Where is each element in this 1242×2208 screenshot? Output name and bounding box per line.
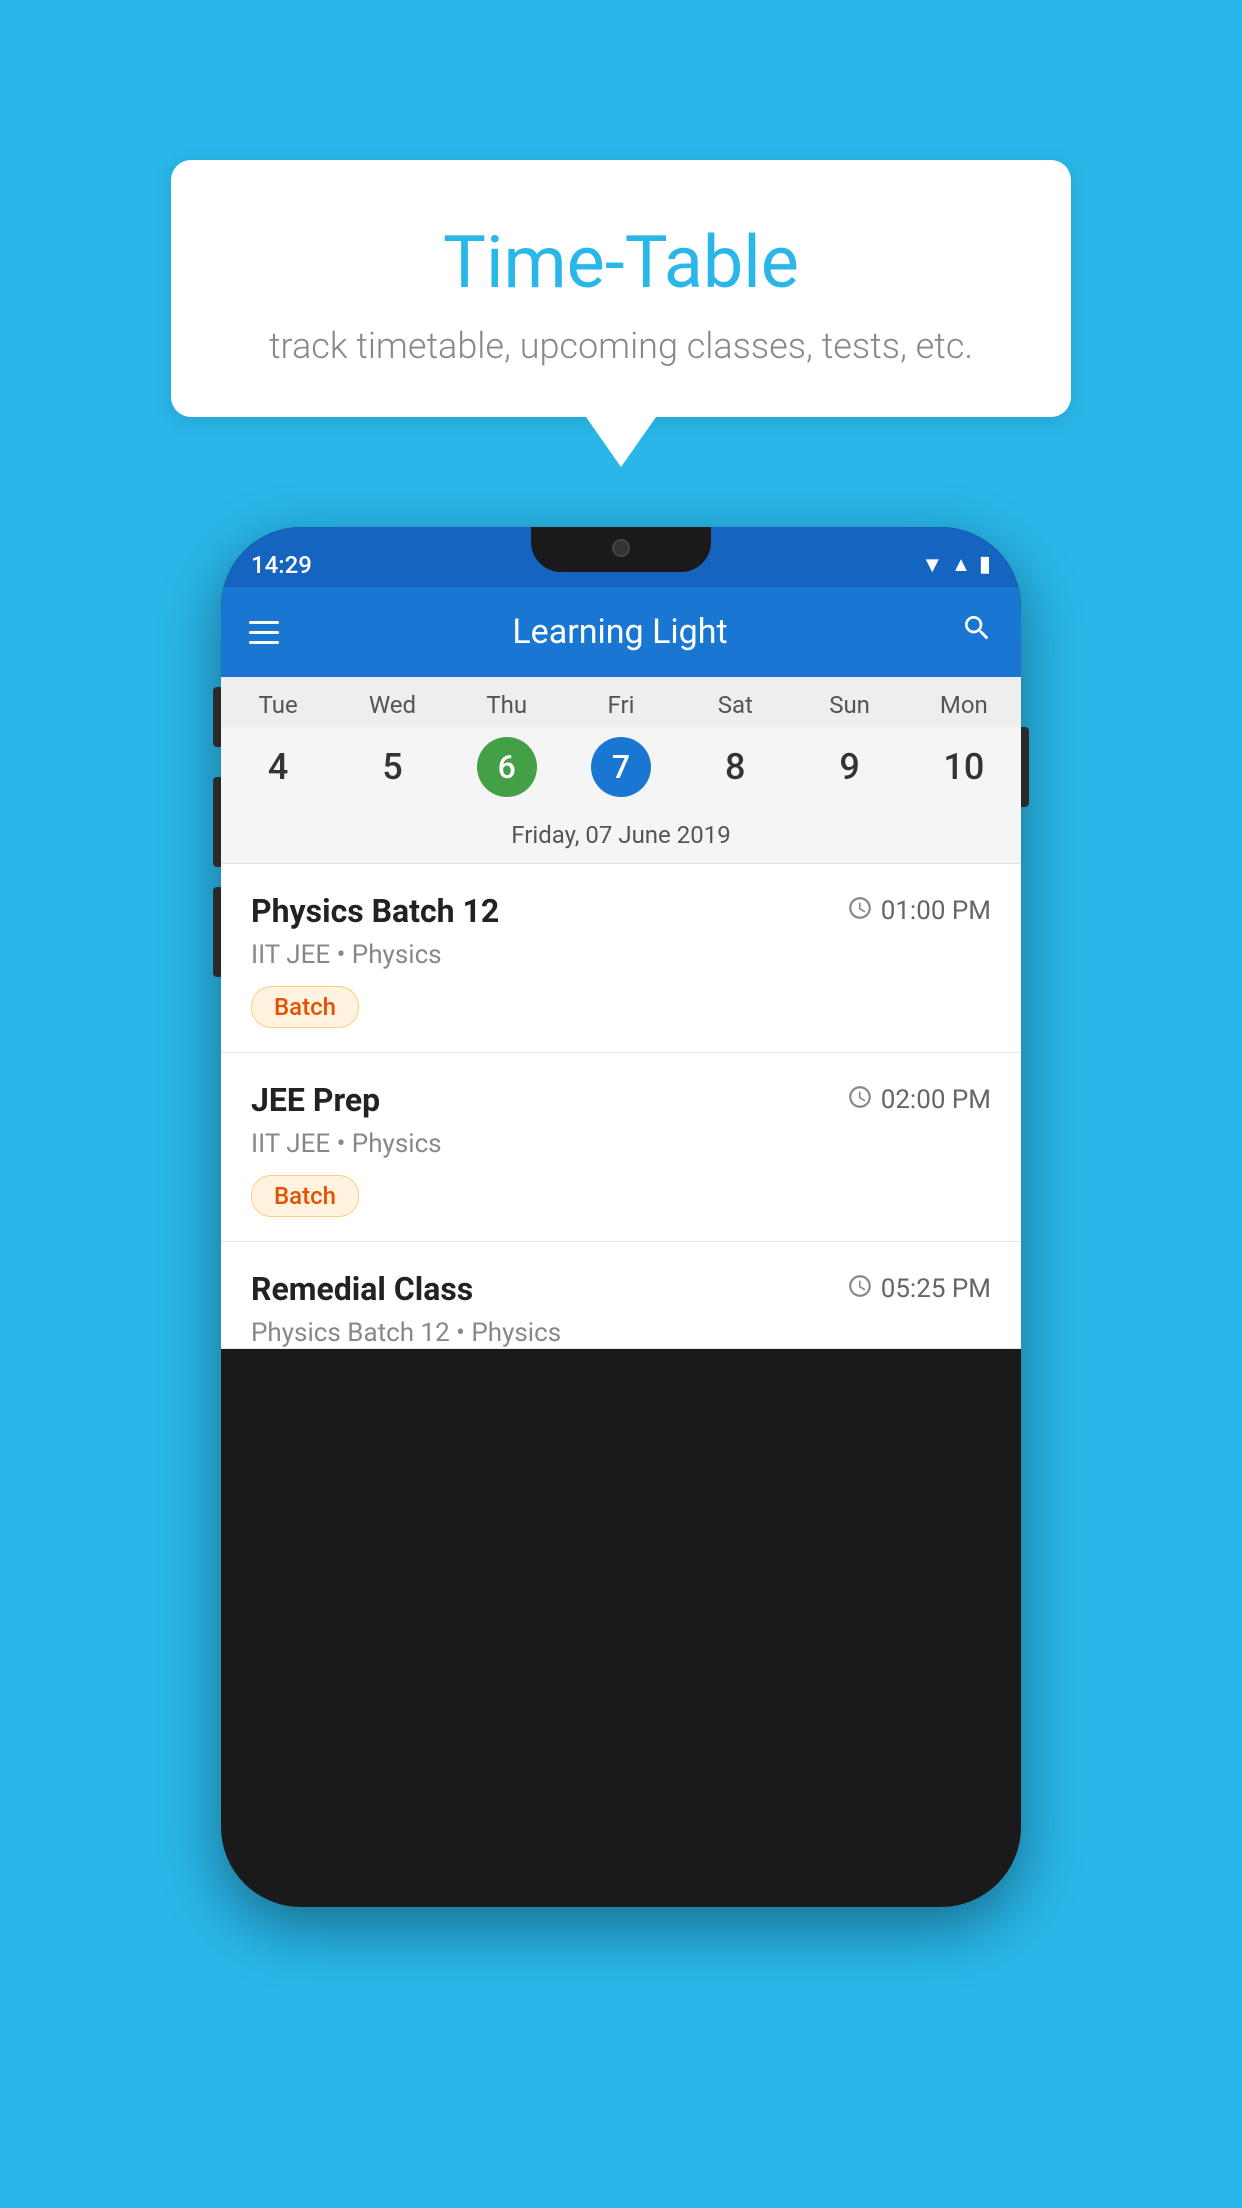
day-label-wed[interactable]: Wed [335, 691, 449, 719]
calendar-day-7-selected[interactable]: 7 [591, 737, 651, 797]
status-icons: ▼ ▲ ▮ [921, 552, 991, 578]
search-icon[interactable] [961, 612, 993, 652]
schedule-item-1-subtitle: IIT JEE • Physics [251, 940, 991, 970]
clock-icon-1 [847, 895, 873, 928]
volume-down-button [213, 887, 221, 977]
schedule-item-1-time: 01:00 PM [847, 895, 991, 928]
schedule-item-1-time-text: 01:00 PM [881, 896, 991, 926]
hamburger-line-1 [249, 621, 279, 624]
schedule-item-3-time: 05:25 PM [847, 1273, 991, 1306]
schedule-item-1-header: Physics Batch 12 01:00 PM [251, 892, 991, 930]
clock-icon-2 [847, 1084, 873, 1117]
status-time: 14:29 [251, 551, 312, 579]
day-label-sat[interactable]: Sat [678, 691, 792, 719]
calendar-day-6-today[interactable]: 6 [477, 737, 537, 797]
day-label-fri[interactable]: Fri [564, 691, 678, 719]
phone-frame: 14:29 ▼ ▲ ▮ Learning Light [221, 527, 1021, 1907]
hamburger-menu-button[interactable] [249, 621, 279, 644]
clock-icon-3 [847, 1273, 873, 1306]
wifi-icon: ▼ [921, 552, 943, 578]
calendar-day-4[interactable]: 4 [221, 737, 335, 797]
selected-date-label: Friday, 07 June 2019 [221, 811, 1021, 864]
calendar-day-10[interactable]: 10 [907, 737, 1021, 797]
phone-notch [531, 527, 711, 572]
volume-silent-button [213, 687, 221, 747]
calendar-day-5[interactable]: 5 [335, 737, 449, 797]
front-camera [612, 539, 630, 557]
volume-up-button [213, 777, 221, 867]
hamburger-line-2 [249, 631, 279, 634]
speech-bubble-subtitle: track timetable, upcoming classes, tests… [211, 325, 1031, 367]
schedule-item-2-time: 02:00 PM [847, 1084, 991, 1117]
power-button [1021, 727, 1029, 807]
schedule-item-1-tag: Batch [251, 986, 359, 1028]
day-label-thu[interactable]: Thu [450, 691, 564, 719]
schedule-item-3-time-text: 05:25 PM [881, 1274, 991, 1304]
schedule-item-2-header: JEE Prep 02:00 PM [251, 1081, 991, 1119]
day-numbers-row: 4 5 6 7 8 9 10 [221, 727, 1021, 811]
schedule-item-2-title: JEE Prep [251, 1081, 380, 1119]
speech-bubble-title: Time-Table [211, 220, 1031, 305]
app-title: Learning Light [279, 612, 961, 652]
schedule-item-1[interactable]: Physics Batch 12 01:00 PM IIT JEE • Phys… [221, 864, 1021, 1053]
speech-bubble: Time-Table track timetable, upcoming cla… [171, 160, 1071, 417]
app-bar: Learning Light [221, 587, 1021, 677]
day-label-sun[interactable]: Sun [792, 691, 906, 719]
schedule-item-3-header: Remedial Class 05:25 PM [251, 1270, 991, 1308]
schedule-item-3[interactable]: Remedial Class 05:25 PM Physics Batch 12… [221, 1242, 1021, 1349]
phone-screen: 14:29 ▼ ▲ ▮ Learning Light [221, 527, 1021, 1907]
battery-icon: ▮ [979, 552, 991, 577]
schedule-item-2-subtitle: IIT JEE • Physics [251, 1129, 991, 1159]
calendar-header: Tue Wed Thu Fri Sat Sun Mon 4 5 6 7 8 9 … [221, 677, 1021, 864]
calendar-day-9[interactable]: 9 [792, 737, 906, 797]
day-labels-row: Tue Wed Thu Fri Sat Sun Mon [221, 677, 1021, 727]
schedule-item-1-title: Physics Batch 12 [251, 892, 499, 930]
calendar-day-8[interactable]: 8 [678, 737, 792, 797]
schedule-item-3-subtitle: Physics Batch 12 • Physics [251, 1318, 991, 1348]
schedule-item-2-tag: Batch [251, 1175, 359, 1217]
day-label-mon[interactable]: Mon [907, 691, 1021, 719]
schedule-list: Physics Batch 12 01:00 PM IIT JEE • Phys… [221, 864, 1021, 1349]
speech-bubble-container: Time-Table track timetable, upcoming cla… [171, 160, 1071, 467]
schedule-item-2-time-text: 02:00 PM [881, 1085, 991, 1115]
schedule-item-2[interactable]: JEE Prep 02:00 PM IIT JEE • Physics Batc… [221, 1053, 1021, 1242]
hamburger-line-3 [249, 641, 279, 644]
phone-device: 14:29 ▼ ▲ ▮ Learning Light [221, 527, 1021, 1907]
signal-icon: ▲ [951, 552, 971, 577]
speech-bubble-arrow [586, 417, 656, 467]
schedule-item-3-title: Remedial Class [251, 1270, 473, 1308]
day-label-tue[interactable]: Tue [221, 691, 335, 719]
